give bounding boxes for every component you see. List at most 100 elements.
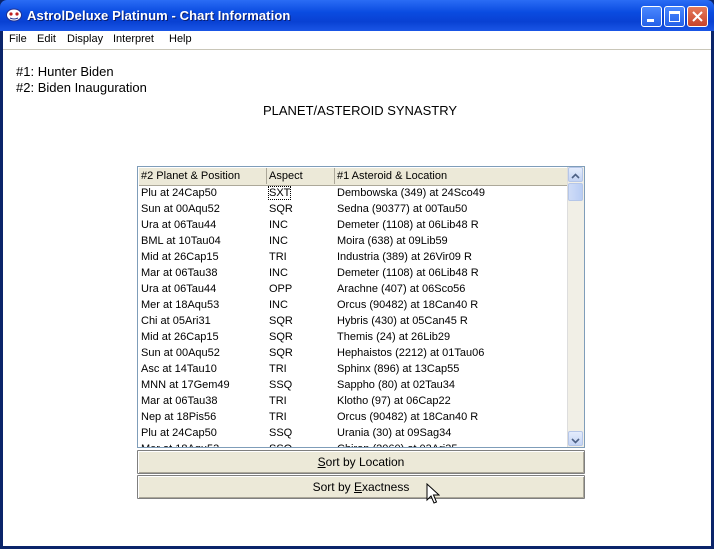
planet-position-cell: Mer at 18Aqu53 [139, 297, 268, 313]
column-header-asteroid[interactable]: #1 Asteroid & Location [335, 168, 569, 184]
table-row[interactable]: Asc at 14Tau10 TRI Sphinx (896) at 13Cap55 [139, 361, 569, 377]
table-row[interactable]: Mer at 18Aqu53 SSQ Chiron (2060) at 03Ari3… [139, 441, 569, 447]
table-row[interactable]: Mid at 26Cap15 SQR Themis (24) at 26Lib29 [139, 329, 569, 345]
asteroid-location-cell-text: Hephaistos (2212) at 01Tau06 [337, 347, 485, 359]
asteroid-location-cell: Demeter (1108) at 06Lib48 R [335, 217, 567, 233]
asteroid-location-cell-text: Sappho (80) at 02Tau34 [337, 379, 456, 391]
sort-exactness-label-pre: Sort by [312, 480, 354, 494]
scroll-down-button[interactable] [568, 431, 583, 446]
menu-display[interactable]: Display [67, 33, 103, 45]
sort-by-location-button[interactable]: Sort by Location [137, 450, 585, 474]
chart-1-name: Hunter Biden [37, 64, 114, 79]
aspect-cell: SQR [267, 329, 335, 345]
planet-position-cell-text: Mid at 26Cap15 [141, 251, 219, 263]
table-row[interactable]: Mer at 18Aqu53 INC Orcus (90482) at 18Can4… [139, 297, 569, 313]
menu-edit[interactable]: Edit [37, 33, 56, 45]
close-button[interactable] [687, 6, 708, 27]
aspect-cell: SXT [267, 185, 335, 201]
maximize-button[interactable] [664, 6, 685, 27]
table-row[interactable]: Ura at 06Tau44 INC Demeter (1108) at 06Lib… [139, 217, 569, 233]
aspect-cell-text: INC [269, 267, 288, 279]
sort-location-accelerator: S [317, 455, 326, 469]
planet-position-cell-text: Plu at 24Cap50 [141, 427, 217, 439]
asteroid-location-cell-text: Klotho (97) at 06Cap22 [337, 395, 451, 407]
asteroid-location-cell: Orcus (90482) at 18Can40 R [335, 409, 567, 425]
aspect-cell: SQR [267, 345, 335, 361]
aspect-cell-text: TRI [269, 251, 287, 263]
table-row[interactable]: MNN at 17Gem49 SSQ Sappho (80) at 02Tau34 [139, 377, 569, 393]
table-row[interactable]: BML at 10Tau04 INC Moira (638) at 09Lib59 [139, 233, 569, 249]
planet-position-cell-text: BML at 10Tau04 [141, 235, 221, 247]
asteroid-location-cell: Sappho (80) at 02Tau34 [335, 377, 567, 393]
app-logo-icon [6, 8, 22, 22]
table-row[interactable]: Nep at 18Pis56 TRI Orcus (90482) at 18Can4… [139, 409, 569, 425]
aspect-cell-text: SSQ [269, 379, 293, 391]
planet-position-cell: Asc at 14Tau10 [139, 361, 268, 377]
app-window: AstrolDeluxe Platinum - Chart Informatio… [0, 0, 714, 549]
planet-position-cell: Mar at 06Tau38 [139, 265, 268, 281]
maximize-icon [669, 11, 680, 22]
table-row[interactable]: Mid at 26Cap15 TRI Industria (389) at 26Vi… [139, 249, 569, 265]
menu-divider [3, 49, 711, 50]
sort-location-label-post: ort by Location [325, 455, 405, 469]
asteroid-location-cell: Demeter (1108) at 06Lib48 R [335, 265, 567, 281]
synastry-table[interactable]: #2 Planet & Position Aspect #1 Asteroid … [137, 166, 585, 448]
column-header-planet[interactable]: #2 Planet & Position [139, 168, 267, 184]
asteroid-location-cell: Industria (389) at 26Vir09 R [335, 249, 567, 265]
planet-position-cell: Ura at 06Tau44 [139, 281, 268, 297]
aspect-cell-text: SQR [269, 203, 293, 215]
aspect-cell: TRI [267, 393, 335, 409]
table-row[interactable]: Sun at 00Aqu52 SQR Sedna (90377) at 00Tau5… [139, 201, 569, 217]
planet-position-cell: Mer at 18Aqu53 [139, 441, 268, 447]
table-row[interactable]: Plu at 24Cap50 SSQ Urania (30) at 09Sag34 [139, 425, 569, 441]
table-row[interactable]: Sun at 00Aqu52 SQR Hephaistos (2212) at 01… [139, 345, 569, 361]
aspect-cell-text: SSQ [269, 443, 292, 447]
asteroid-location-cell: Sphinx (896) at 13Cap55 [335, 361, 567, 377]
scroll-up-icon [571, 173, 580, 179]
aspect-cell-text: INC [269, 299, 288, 311]
aspect-cell-text: SQR [269, 315, 293, 327]
chart-2-line: #2: Biden Inauguration [16, 80, 147, 95]
asteroid-location-cell-text: Chiron (2060) at 03Ari35 [337, 443, 457, 447]
aspect-cell-text: SQR [269, 347, 293, 359]
aspect-cell-text: SSQ [269, 427, 293, 439]
asteroid-location-cell: Hybris (430) at 05Can45 R [335, 313, 567, 329]
aspect-cell-text: TRI [269, 411, 287, 423]
scroll-down-icon [571, 438, 580, 444]
aspect-cell-text: TRI [269, 363, 287, 375]
aspect-cell-text: INC [269, 235, 288, 247]
scroll-thumb[interactable] [568, 183, 583, 201]
client-area: File Edit Display Interpret Help #1: Hun… [3, 31, 711, 546]
aspect-cell: OPP [267, 281, 335, 297]
table-row[interactable]: Chi at 05Ari31 SQR Hybris (430) at 05Can45… [139, 313, 569, 329]
asteroid-location-cell-text: Themis (24) at 26Lib29 [337, 331, 451, 343]
planet-position-cell: Mid at 26Cap15 [139, 249, 268, 265]
aspect-cell: INC [267, 265, 335, 281]
table-row[interactable]: Ura at 06Tau44 OPP Arachne (407) at 06Sco5… [139, 281, 569, 297]
asteroid-location-cell: Hephaistos (2212) at 01Tau06 [335, 345, 567, 361]
window-title: AstrolDeluxe Platinum - Chart Informatio… [27, 8, 291, 23]
asteroid-location-cell: Dembowska (349) at 24Sco49 [335, 185, 567, 201]
menu-interpret[interactable]: Interpret [113, 33, 154, 45]
table-rows: Plu at 24Cap50 SXT Dembowska (349) at 24Sc… [139, 185, 569, 447]
aspect-cell: INC [267, 217, 335, 233]
table-row[interactable]: Plu at 24Cap50 SXT Dembowska (349) at 24Sc… [139, 185, 569, 201]
asteroid-location-cell-text: Urania (30) at 09Sag34 [337, 427, 452, 439]
table-row[interactable]: Mar at 06Tau38 INC Demeter (1108) at 06Lib… [139, 265, 569, 281]
planet-position-cell-text: Asc at 14Tau10 [141, 363, 217, 375]
menu-file[interactable]: File [9, 33, 27, 45]
aspect-cell: INC [267, 297, 335, 313]
scroll-up-button[interactable] [568, 167, 583, 182]
table-row[interactable]: Mar at 06Tau38 TRI Klotho (97) at 06Cap22 [139, 393, 569, 409]
aspect-cell: TRI [267, 249, 335, 265]
minimize-button[interactable] [641, 6, 662, 27]
sort-by-exactness-button[interactable]: Sort by Exactness [137, 475, 585, 499]
aspect-cell: TRI [267, 361, 335, 377]
title-bar[interactable]: AstrolDeluxe Platinum - Chart Informatio… [0, 0, 714, 31]
aspect-cell-text: INC [269, 219, 288, 231]
menu-help[interactable]: Help [169, 33, 192, 45]
column-header-aspect[interactable]: Aspect [267, 168, 335, 184]
planet-position-cell-text: Mer at 18Aqu53 [141, 443, 219, 447]
vertical-scrollbar[interactable] [567, 167, 584, 447]
asteroid-location-cell-text: Dembowska (349) at 24Sco49 [337, 187, 485, 199]
